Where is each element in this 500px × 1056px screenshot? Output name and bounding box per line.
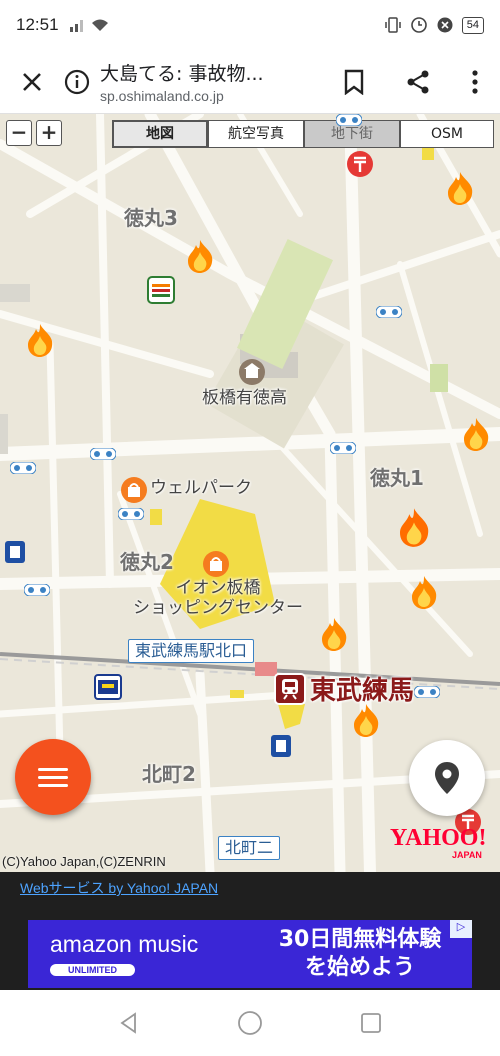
police-box-icon — [5, 541, 25, 563]
train-icon — [274, 672, 306, 705]
incident-fire-icon[interactable] — [408, 574, 440, 610]
tab-aerial[interactable]: 航空写真 — [208, 120, 304, 148]
ad-badge: UNLIMITED — [50, 964, 135, 976]
shop-pin-icon — [121, 477, 147, 503]
hamburger-icon — [38, 767, 68, 771]
current-location-button[interactable] — [409, 740, 485, 816]
ad-brand: amazon music — [50, 931, 199, 957]
incident-fire-icon[interactable] — [444, 170, 476, 206]
bus-stop-icon — [10, 462, 36, 474]
zoom-in-button[interactable]: + — [36, 120, 62, 146]
menu-fab-button[interactable] — [15, 739, 91, 815]
area-label-tokumaru1: 徳丸1 — [370, 466, 424, 490]
share-button[interactable] — [386, 50, 450, 114]
bus-stop-icon — [90, 448, 116, 460]
location-pin-icon — [435, 762, 459, 794]
yahoo-logo: YAHOO! — [390, 825, 487, 851]
more-menu-button[interactable] — [450, 50, 500, 114]
info-icon — [64, 69, 90, 94]
tab-osm[interactable]: OSM — [400, 120, 494, 148]
ad-line2: を始めよう — [304, 955, 415, 980]
status-time: 12:51 — [16, 15, 59, 34]
browser-toolbar: 大島てる: 事故物... sp.oshimaland.co.jp — [0, 50, 500, 114]
area-label-tokumaru3: 徳丸3 — [124, 206, 178, 230]
bus-stop-icon — [414, 686, 440, 698]
ministop-icon — [94, 674, 122, 700]
ad-banner[interactable]: amazon music UNLIMITED 30日間無料体験 を始めよう ▷ — [28, 920, 472, 988]
poi-welpark-label: ウェルパーク — [150, 478, 252, 498]
recents-icon[interactable] — [360, 1012, 382, 1034]
url-bar[interactable]: 大島てる: 事故物... sp.oshimaland.co.jp — [64, 59, 322, 104]
incident-fire-icon[interactable] — [350, 702, 382, 738]
home-icon[interactable] — [237, 1010, 263, 1036]
more-vert-icon — [472, 69, 478, 94]
station-exit-label: 東武練馬駅北口 — [128, 639, 255, 663]
footer: Webサービス by Yahoo! JAPAN amazon music UNL… — [0, 872, 500, 990]
incident-fire-icon[interactable] — [460, 416, 492, 452]
poi-aeon-line2: ショッピングセンター — [133, 598, 303, 618]
wifi-icon — [91, 19, 108, 31]
web-service-link[interactable]: Webサービス by Yahoo! JAPAN — [20, 878, 218, 898]
incident-fire-icon[interactable] — [24, 322, 56, 358]
battery-indicator: 54 — [461, 16, 484, 34]
poi-school-label: 板橋有徳高 — [202, 388, 287, 408]
status-bar: 12:51 54 — [0, 0, 500, 50]
ad-line1: 30日間無料体験 — [278, 927, 442, 952]
share-icon — [407, 70, 429, 93]
vibrate-icon — [385, 17, 401, 33]
bus-stop-icon — [336, 114, 362, 126]
station-name: 東武練馬 — [310, 676, 415, 706]
page-domain: sp.oshimaland.co.jp — [100, 88, 224, 104]
page-title: 大島てる: 事故物... — [100, 63, 264, 85]
incident-fire-icon[interactable] — [394, 506, 434, 548]
incident-fire-icon[interactable] — [318, 616, 350, 652]
map-type-tabs: 地図 航空写真 地下街 OSM — [112, 120, 494, 148]
poi-aeon-label: イオン板橋 ショッピングセンター — [128, 578, 308, 618]
map-view[interactable]: − + 地図 航空写真 地下街 OSM 徳丸3 徳丸1 徳丸2 北町2 板橋有徳… — [0, 114, 500, 872]
station-marker[interactable]: 東武練馬 — [274, 670, 414, 707]
signal-icon — [69, 20, 83, 32]
bus-stop-icon — [24, 584, 50, 596]
adchoices-icon[interactable]: ▷ — [450, 920, 472, 938]
close-icon — [23, 72, 41, 91]
bookmark-icon — [344, 69, 364, 95]
map-copyright: (C)Yahoo Japan,(C)ZENRIN — [2, 854, 166, 869]
close-button[interactable] — [0, 50, 64, 114]
bookmark-button[interactable] — [322, 50, 386, 114]
system-nav-bar — [0, 990, 500, 1056]
shop-pin-icon — [203, 551, 229, 577]
tab-map[interactable]: 地図 — [112, 120, 208, 148]
bus-stop-icon — [330, 442, 356, 454]
area-label-tokumaru2: 徳丸2 — [120, 550, 174, 574]
school-icon — [239, 359, 265, 385]
bus-stop-icon — [376, 306, 402, 318]
cross-circle-icon — [437, 17, 453, 33]
back-icon[interactable] — [118, 1012, 140, 1034]
area-label-kitamachi2: 北町2 — [142, 762, 196, 786]
post-office-icon — [347, 151, 373, 177]
alarm-icon — [410, 17, 427, 33]
zoom-out-button[interactable]: − — [6, 120, 32, 146]
seven-eleven-icon — [147, 276, 175, 304]
bus-stop-icon — [118, 508, 144, 520]
incident-fire-icon[interactable] — [184, 238, 216, 274]
police-box-icon — [271, 735, 291, 757]
street-sign-kitamachi: 北町二 — [218, 836, 281, 860]
poi-aeon-line1: イオン板橋 — [175, 578, 261, 598]
yahoo-logo-sub: JAPAN — [452, 850, 482, 860]
